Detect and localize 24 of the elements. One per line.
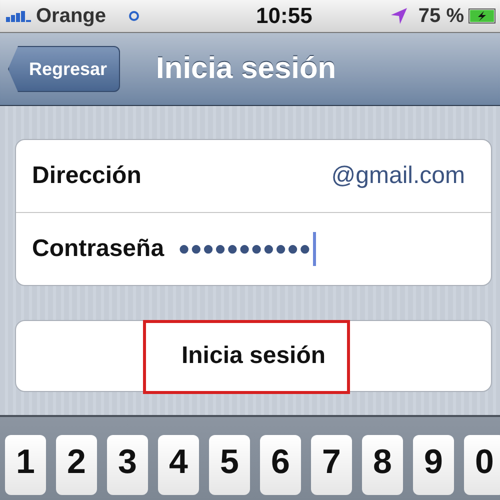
sync-icon: [128, 10, 140, 22]
clock-time: 10:55: [256, 3, 312, 29]
battery-percent: 75 %: [418, 4, 464, 28]
location-arrow-icon: [390, 7, 408, 25]
screen-title: Inicia sesión: [156, 52, 336, 86]
keyboard-key[interactable]: 6: [260, 435, 301, 495]
signal-icon: [6, 10, 32, 22]
keyboard-key[interactable]: 9: [413, 435, 454, 495]
input-field[interactable]: @gmail.com: [141, 162, 475, 190]
keyboard-key[interactable]: 3: [107, 435, 148, 495]
sign-in-button[interactable]: Inicia sesión: [15, 320, 492, 392]
carrier-name: Orange: [36, 4, 106, 28]
keyboard-key[interactable]: 5: [209, 435, 250, 495]
input-field[interactable]: ●●●●●●●●●●●: [164, 232, 475, 266]
keyboard-key[interactable]: 8: [362, 435, 403, 495]
battery-icon: [468, 8, 496, 24]
keyboard-key[interactable]: 4: [158, 435, 199, 495]
keyboard-key[interactable]: 2: [56, 435, 97, 495]
field-label: Dirección: [32, 162, 142, 190]
keyboard-key[interactable]: 1: [5, 435, 46, 495]
keyboard-key[interactable]: 7: [311, 435, 352, 495]
back-button[interactable]: Regresar: [8, 46, 120, 92]
keyboard-key[interactable]: 0: [464, 435, 500, 495]
field-label: Contraseña: [32, 235, 164, 263]
